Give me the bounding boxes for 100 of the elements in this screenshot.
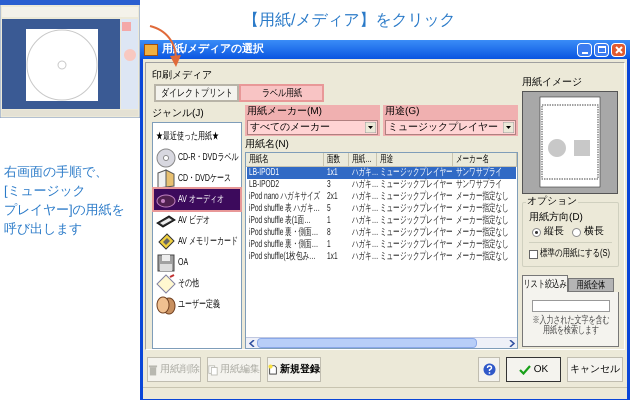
table-row[interactable]: LB-IPOD1 1x1 ハガキ… ミュージックプレイヤー サンワサプライ [247,167,516,179]
genre-item[interactable]: AV ビデオ [154,210,240,231]
scroll-thumb[interactable] [257,338,477,348]
table-cell: 1 [327,239,331,251]
table-cell-text: ミュージックプレイヤー [380,215,453,226]
table-cell-text: ミュージックプレイヤー [380,167,453,178]
table-cell: iPod shuffle 裏・側面… [249,227,318,239]
search-field[interactable] [532,300,610,312]
table-cell: LB-IPOD2 [249,179,280,191]
genre-item[interactable]: その他 [154,273,240,294]
filter-tab[interactable]: 用紙全体 [568,278,614,292]
action-button[interactable]: 新規登録 [267,357,321,382]
maker-dropdown[interactable]: すべてのメーカー [247,120,378,135]
ok-button[interactable]: OK [506,357,561,382]
table-cell-text: iPod shuffle 表 ハガキ… [249,203,320,214]
table-cell-text: ミュージックプレイヤー [380,203,453,214]
table-cell: 1x1 [327,251,338,263]
table-cell: ハガキ… [352,239,378,251]
instruction-text: [ミュージック [4,182,86,200]
help-button[interactable] [478,357,500,382]
table-row[interactable]: iPod shuffle 裏・側面… 8 ハガキ… ミュージックプレイヤー メーカー指定なし [247,227,516,239]
callout-text: 【用紙/メディア】をクリック [243,10,456,31]
minimize-button[interactable] [577,42,592,56]
table-cell-text: メーカー指定なし [456,227,509,238]
genre-item[interactable]: ユーザー定義 [154,294,240,315]
table-cell-text: サンワサプライ [456,179,502,190]
column-header[interactable]: 面数 [324,153,349,166]
table-cell: ハガキ… [352,251,378,263]
media-tab[interactable]: ラベル用紙 [239,84,324,102]
case-icon [156,168,176,188]
table-cell-text: メーカー指定なし [456,203,509,214]
genre-label: ジャンル(J) [152,108,205,120]
check-icon [518,364,531,375]
dropdown-arrow-icon [365,122,376,133]
table-row[interactable]: iPod nano ハガキサイズ 2x1 ハガキ… ミュージックプレイヤー メーカー指定なし [247,191,516,203]
trash-icon [148,364,158,376]
radio-button[interactable]: 縦長 [532,226,564,238]
column-header[interactable]: 用途 [377,153,453,166]
column-header[interactable]: 用紙名 [246,153,324,166]
table-cell-text: ミュージックプレイヤー [380,191,453,202]
action-button: 用紙編集 [207,357,261,382]
table-cell: 2x1 [327,191,338,203]
horizontal-scrollbar[interactable] [246,337,517,348]
filter-tab[interactable]: リスト絞込み [522,275,568,292]
table-cell-text: ミュージックプレイヤー [380,179,453,190]
heads-icon [156,294,176,314]
new-page-icon [268,363,278,376]
table-cell-text: iPod nano ハガキサイズ [249,191,320,202]
table-cell: ハガキ… [352,191,378,203]
genre-item[interactable]: AV メモリーカード [154,231,240,252]
table-row[interactable]: LB-IPOD2 3 ハガキ… ミュージックプレイヤー サンワサプライ [247,179,516,191]
table-cell: 1 [327,215,331,227]
table-row[interactable]: iPod shuffle(1枚包み… 1x1 ハガキ… ミュージックプレイヤー メーカー指定なし [247,251,516,263]
table-cell: 5 [327,203,331,215]
table-cell: iPod shuffle(1枚包み… [249,251,316,263]
radio-button[interactable]: 横長 [572,226,604,238]
hint-text: ※入力された文字を含む [532,316,609,326]
diamond-sign-icon [156,274,176,294]
usage-dropdown[interactable]: ミュージックプレイヤー [385,120,516,135]
genre-item[interactable]: CD・DVDケース [154,168,240,189]
column-header[interactable]: 用紙… [349,153,377,166]
table-cell-text: メーカー指定なし [456,239,509,250]
field-label: 用途(G) [385,106,420,118]
checkbox[interactable]: 標準の用紙にする(S) [529,248,612,260]
table-cell: ミュージックプレイヤー [380,251,453,263]
section-label: 印刷メディア [152,70,213,83]
table-row[interactable]: iPod shuffle 表 ハガキ… 5 ハガキ… ミュージックプレイヤー メーカー指定なし [247,203,516,215]
table-cell: ハガキ… [352,167,378,179]
maximize-button[interactable] [594,42,609,56]
table-cell-text: iPod shuffle 裏・側面… [249,239,318,250]
table-row[interactable]: iPod shuffle 表(1面… 1 ハガキ… ミュージックプレイヤー メーカー指定なし [247,215,516,227]
document-icon [208,364,218,376]
table-cell-text: メーカー指定なし [456,215,509,226]
close-button[interactable] [611,42,626,56]
genre-item[interactable]: CD-R・DVDラベル [154,147,240,168]
group-title: オプション [526,196,578,208]
table-cell-text: ミュージックプレイヤー [380,227,453,238]
disc-icon [156,148,176,168]
instruction-text: 右画面の手順で、 [4,163,108,181]
cancel-button[interactable]: キャンセル [567,357,623,382]
field-label: 用紙メーカー(M) [247,106,323,118]
table-cell: 1x1 [327,167,338,179]
scroll-left-icon[interactable] [248,340,254,346]
genre-item[interactable]: OA [154,252,240,273]
table-cell: メーカー指定なし [456,251,509,263]
scroll-right-icon[interactable] [508,340,514,346]
media-tab[interactable]: ダイレクトプリント [154,84,239,102]
genre-item[interactable]: ★最近使った用紙★ [154,126,240,147]
table-cell: ハガキ… [352,227,378,239]
close-icon [614,46,622,54]
table-cell-text: サンワサプライ [456,167,502,178]
column-header[interactable]: メーカー名 [453,153,517,166]
instruction-text: プレイヤー]の用紙を [4,201,125,219]
field-label: 用紙方向(D) [529,212,584,224]
table-cell: iPod shuffle 表(1面… [249,215,311,227]
table-cell-text: メーカー指定なし [456,191,509,202]
genre-item[interactable]: AV オーディオ [154,189,240,210]
hint-text: 用紙を検索します [542,326,598,336]
table-row[interactable]: iPod shuffle 裏・側面… 1 ハガキ… ミュージックプレイヤー メーカー指定なし [247,239,516,251]
instruction-text: 呼び出します [4,220,82,238]
